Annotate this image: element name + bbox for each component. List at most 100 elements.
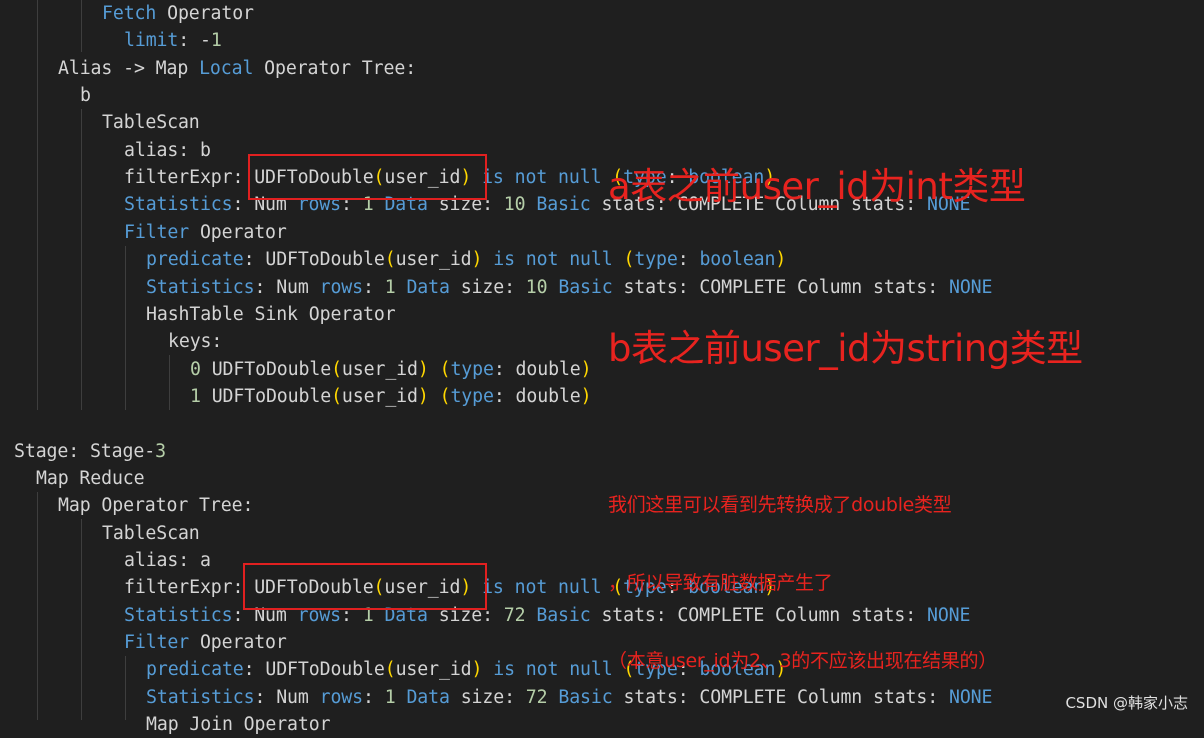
code-token-num: 10 <box>503 194 526 216</box>
code-token-num: 1 <box>384 276 396 298</box>
code-token-kw: Statistics <box>146 686 255 708</box>
code-token-plain: : double <box>493 385 581 407</box>
indent-guide <box>81 0 82 52</box>
indent-guide <box>169 355 170 410</box>
code-token-kw: type <box>450 358 494 380</box>
code-line: b <box>80 82 91 109</box>
code-token-plain: Map Reduce <box>36 467 145 489</box>
code-token-plain: Operator <box>189 632 287 654</box>
code-token-kw: Filter <box>124 632 190 654</box>
code-token-kw: Data <box>406 686 450 708</box>
code-token-plain: : Num <box>254 276 320 298</box>
code-token-plain: UDFToDouble <box>200 385 332 407</box>
code-token-plain: TableScan <box>102 522 200 544</box>
code-token-plain: : UDFToDouble <box>243 249 385 271</box>
code-token-num: 1 <box>210 30 222 52</box>
code-token-plain: TableScan <box>102 112 200 134</box>
code-token-num: 0 <box>190 358 201 380</box>
code-token-kw: Basic <box>536 604 591 626</box>
code-token-kw: Data <box>406 276 450 298</box>
annotation-line: ，所以导致有脏数据产生了 <box>608 572 833 594</box>
code-token-kw: is not null <box>493 249 613 271</box>
code-token-plain: b <box>80 85 91 107</box>
indent-guide <box>81 519 82 720</box>
code-editor: Fetch Operator limit: -1 Alias -> Map Loca… <box>0 0 1204 735</box>
code-token-num: 72 <box>503 604 526 626</box>
code-token-num: 1 <box>384 686 396 708</box>
indent-guide <box>37 492 38 720</box>
annotation-line: b表之前user_id为string类型 <box>608 327 1083 370</box>
code-token-paren: ) <box>580 358 592 380</box>
code-token-kw: Basic <box>536 194 591 216</box>
annotation-line: （本意user_id为2、3的不应该出现在结果的） <box>608 650 997 672</box>
code-token-kw: Basic <box>558 276 613 298</box>
code-token-plain: user_id <box>395 249 472 271</box>
code-token-paren: ) <box>580 385 592 407</box>
code-token-paren: ( <box>384 659 396 681</box>
code-token-paren: ( <box>331 385 342 407</box>
code-token-kw: Local <box>199 57 254 79</box>
code-token-paren: ( <box>384 249 396 271</box>
code-token-plain: size: <box>449 686 526 708</box>
indent-guide <box>125 246 126 410</box>
code-line: keys: <box>168 328 222 355</box>
code-token-kw: Statistics <box>124 604 233 626</box>
code-token-plain: alias: b <box>124 139 211 161</box>
annotation-line: a表之前user_id为int类型 <box>608 165 1026 208</box>
code-token-plain: : <box>363 686 385 708</box>
code-line: alias: b <box>124 137 211 164</box>
code-token-num: 10 <box>525 276 548 298</box>
code-token-plain: Map Operator Tree: <box>58 495 254 517</box>
code-line: alias: a <box>124 547 211 574</box>
code-token-kw: rows <box>319 686 364 708</box>
code-token-paren: ) <box>417 385 429 407</box>
code-line: Map Join Operator <box>146 711 331 738</box>
code-token-paren: ( <box>331 358 342 380</box>
watermark: CSDN @韩家小志 <box>1065 694 1188 712</box>
code-line: Filter Operator <box>124 629 287 656</box>
code-token-plain: Operator <box>189 221 287 243</box>
code-token-plain: size: <box>449 276 526 298</box>
code-token-kw: limit <box>124 30 179 52</box>
code-token-kw: predicate <box>146 249 244 271</box>
code-token-kw: is not null <box>493 659 613 681</box>
annotation-line: 我们这里可以看到先转换成了double类型 <box>608 494 952 516</box>
code-line: Map Operator Tree: <box>58 492 253 519</box>
code-line: Fetch Operator <box>102 0 254 27</box>
code-token-plain: : - <box>178 30 211 52</box>
code-line: limit: -1 <box>124 27 222 54</box>
code-line: Stage: Stage-3 <box>14 438 166 465</box>
code-token-kw: is not null <box>482 167 602 189</box>
code-token-num: 72 <box>525 686 548 708</box>
code-token-kw: type <box>450 385 494 407</box>
code-token-plain: user_id <box>341 385 418 407</box>
code-token-kw: predicate <box>146 659 244 681</box>
indent-guide <box>125 656 126 720</box>
code-line: Alias -> Map Local Operator Tree: <box>58 55 416 82</box>
code-token-plain: Stage: Stage- <box>14 440 156 462</box>
code-token-num: 1 <box>190 385 201 407</box>
code-line: TableScan <box>102 109 200 136</box>
code-token-plain: HashTable Sink Operator <box>146 303 396 325</box>
code-line: 1 UDFToDouble(user_id) (type: double) <box>190 383 592 410</box>
code-token-paren: ) <box>471 249 483 271</box>
code-token-paren: ) <box>417 358 429 380</box>
code-token-plain: user_id <box>395 659 472 681</box>
code-token-kw: rows <box>319 276 364 298</box>
code-token-plain: user_id <box>341 358 418 380</box>
code-token-plain: Operator <box>156 3 254 24</box>
code-line: Map Reduce <box>36 465 145 492</box>
code-token-plain: UDFToDouble <box>200 358 332 380</box>
code-line: 0 UDFToDouble(user_id) (type: double) <box>190 356 592 383</box>
code-token-paren: ( <box>439 358 451 380</box>
code-token-num: 3 <box>155 440 166 462</box>
code-token-plain: : double <box>493 358 581 380</box>
code-token-paren: ) <box>471 659 483 681</box>
